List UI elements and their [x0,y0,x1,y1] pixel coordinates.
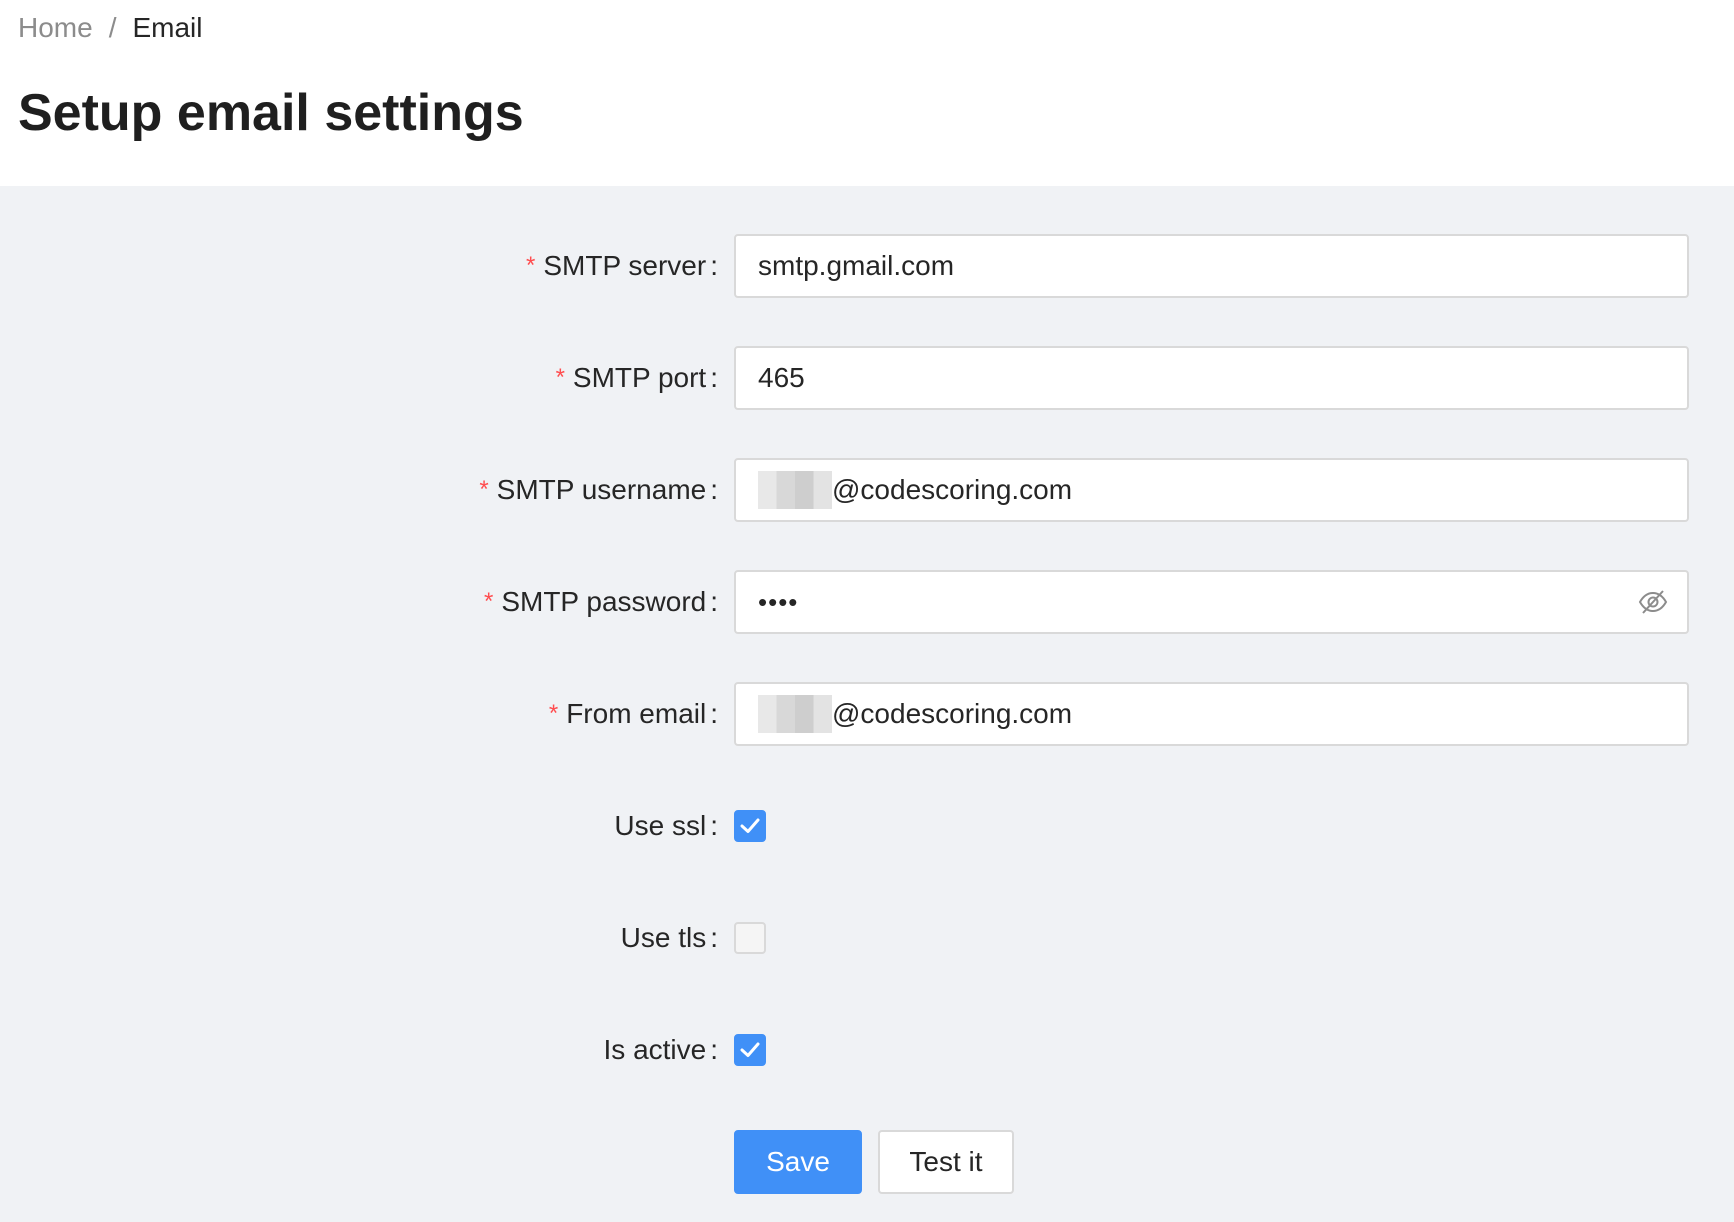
smtp-port-label-text: SMTP port [572,362,707,393]
smtp-username-domain: @codescoring.com [832,474,1073,505]
smtp-server-label-text: SMTP server [543,250,707,281]
page-header: Home / Email Setup email settings [0,0,1734,186]
smtp-server-label: * SMTP server : [526,234,718,298]
label-colon: : [710,810,718,841]
smtp-password-label: * SMTP password : [484,570,718,634]
smtp-username-label: * SMTP username : [479,458,718,522]
smtp-username-row: * SMTP username : @codescoring.com [0,458,1734,522]
checkmark-icon [740,818,760,833]
use-ssl-label-text: Use ssl [614,810,707,841]
redacted-text [758,695,832,733]
breadcrumb-current: Email [132,12,203,43]
from-email-row: * From email : @codescoring.com [0,682,1734,746]
use-tls-row: Use tls : [0,906,1734,970]
use-ssl-row: Use ssl : [0,794,1734,858]
settings-form: * SMTP server : smtp.gmail.com * SMTP po… [0,186,1734,1222]
use-ssl-checkbox[interactable] [734,810,766,842]
label-colon: : [710,250,718,281]
required-mark: * [555,364,565,391]
use-tls-checkbox[interactable] [734,922,766,954]
smtp-password-label-text: SMTP password [501,586,707,617]
smtp-port-value: 465 [758,362,805,393]
eye-invisible-icon[interactable] [1637,586,1669,618]
required-mark: * [479,476,489,503]
smtp-port-input[interactable]: 465 [734,346,1689,410]
breadcrumb-home-link[interactable]: Home [18,11,93,45]
smtp-password-row: * SMTP password : •••• [0,570,1734,634]
from-email-label-text: From email [566,698,707,729]
required-mark: * [483,588,494,615]
smtp-password-value: •••• [758,586,799,617]
save-button[interactable]: Save [734,1130,862,1194]
is-active-checkbox[interactable] [734,1034,766,1066]
label-colon: : [710,362,718,393]
smtp-server-input[interactable]: smtp.gmail.com [734,234,1689,298]
from-email-label: * From email : [549,682,718,746]
checkmark-icon [740,1042,760,1057]
redacted-text [758,471,832,509]
smtp-username-input[interactable]: @codescoring.com [734,458,1689,522]
from-email-input[interactable]: @codescoring.com [734,682,1689,746]
smtp-password-input[interactable]: •••• [734,570,1689,634]
is-active-row: Is active : [0,1018,1734,1082]
actions-row: Save Test it [0,1130,1734,1194]
use-tls-label-text: Use tls [620,922,707,953]
smtp-port-label: * SMTP port : [556,346,718,410]
page-title: Setup email settings [18,84,524,142]
use-ssl-label: Use ssl : [614,794,718,858]
test-it-button[interactable]: Test it [878,1130,1014,1194]
from-email-domain: @codescoring.com [832,698,1073,729]
label-colon: : [710,698,718,729]
label-colon: : [710,1034,718,1065]
label-colon: : [710,922,718,953]
breadcrumb-separator: / [108,12,117,43]
breadcrumb: Home / Email [18,11,203,45]
required-mark: * [526,252,536,279]
use-tls-label: Use tls : [621,906,718,970]
label-colon: : [710,474,718,505]
smtp-server-row: * SMTP server : smtp.gmail.com [0,234,1734,298]
smtp-port-row: * SMTP port : 465 [0,346,1734,410]
label-colon: : [710,586,718,617]
smtp-server-value: smtp.gmail.com [758,250,955,281]
required-mark: * [548,700,559,727]
is-active-label-text: Is active [603,1034,707,1065]
is-active-label: Is active : [604,1018,718,1082]
smtp-username-label-text: SMTP username [496,474,707,505]
